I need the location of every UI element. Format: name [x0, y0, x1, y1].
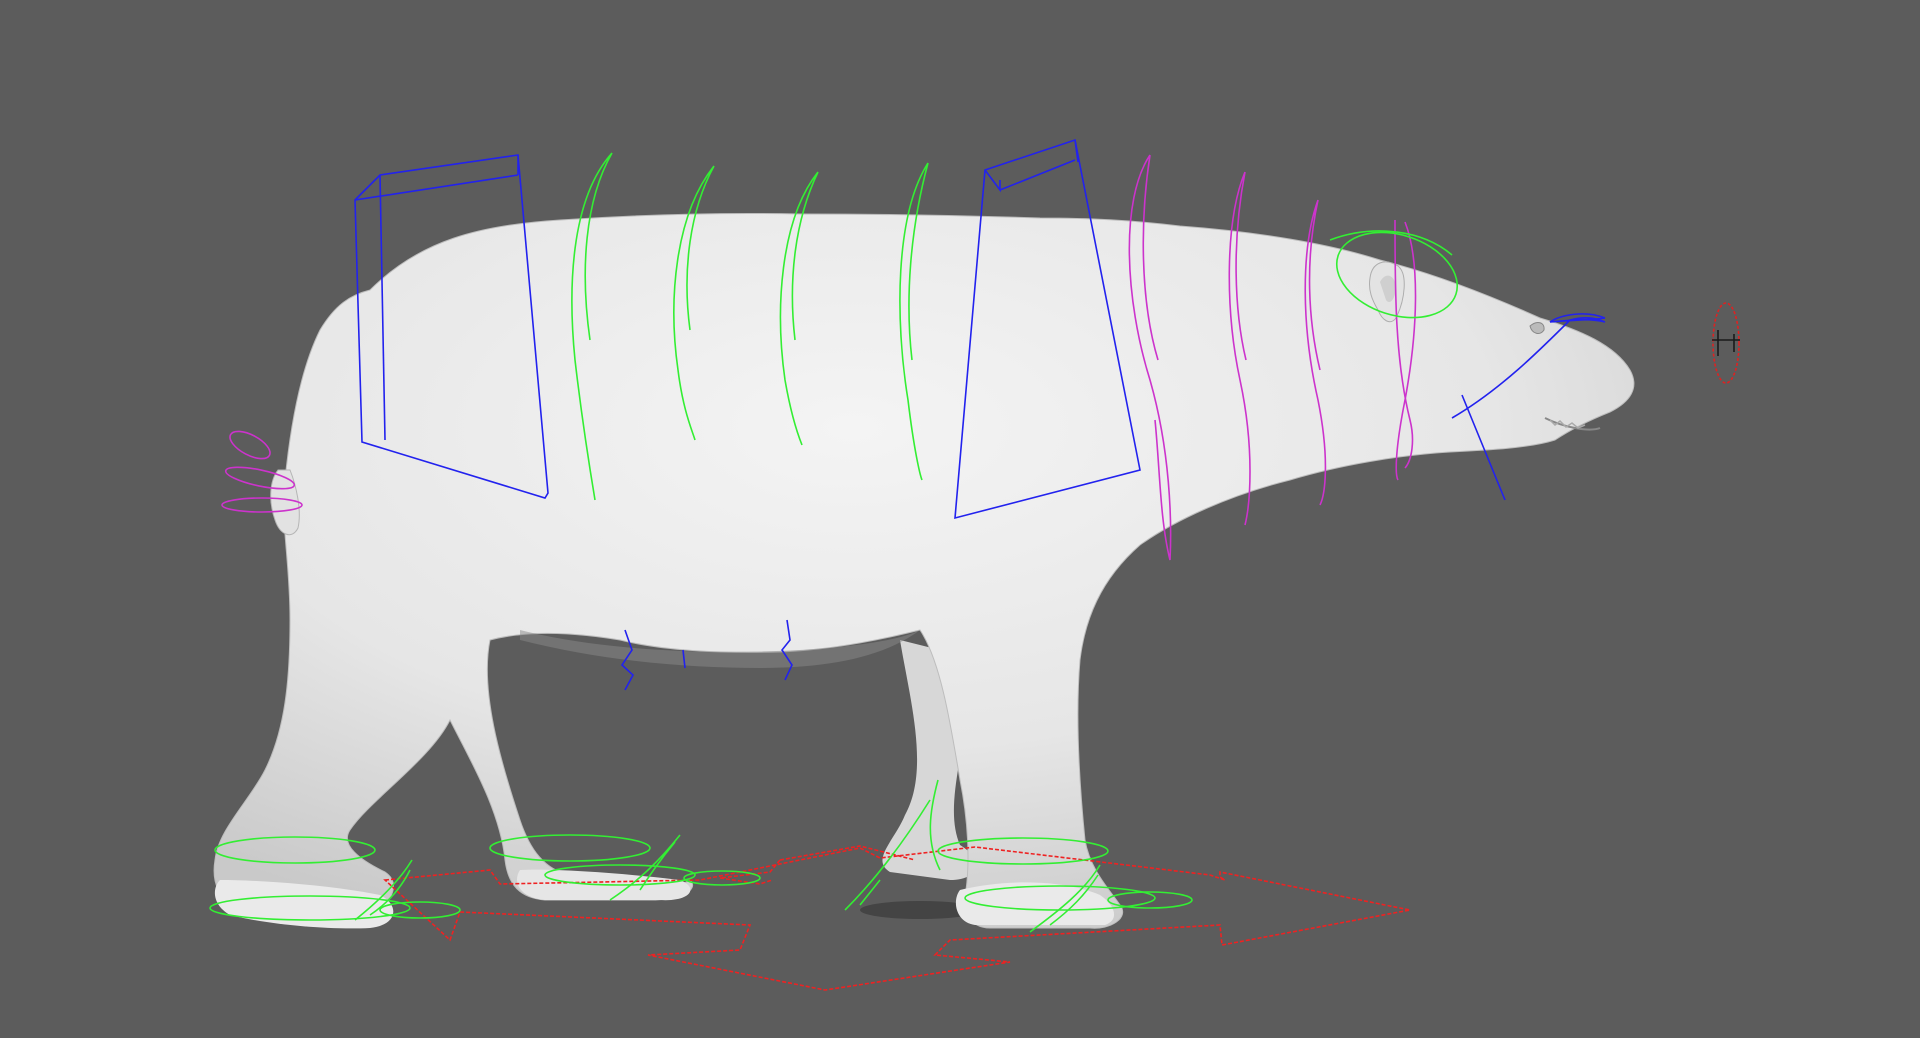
viewport-scene[interactable] — [0, 0, 1920, 1038]
look-at-target[interactable] — [1712, 302, 1740, 384]
eye-target-icon[interactable] — [1712, 302, 1740, 384]
3d-viewport[interactable] — [0, 0, 1920, 1038]
